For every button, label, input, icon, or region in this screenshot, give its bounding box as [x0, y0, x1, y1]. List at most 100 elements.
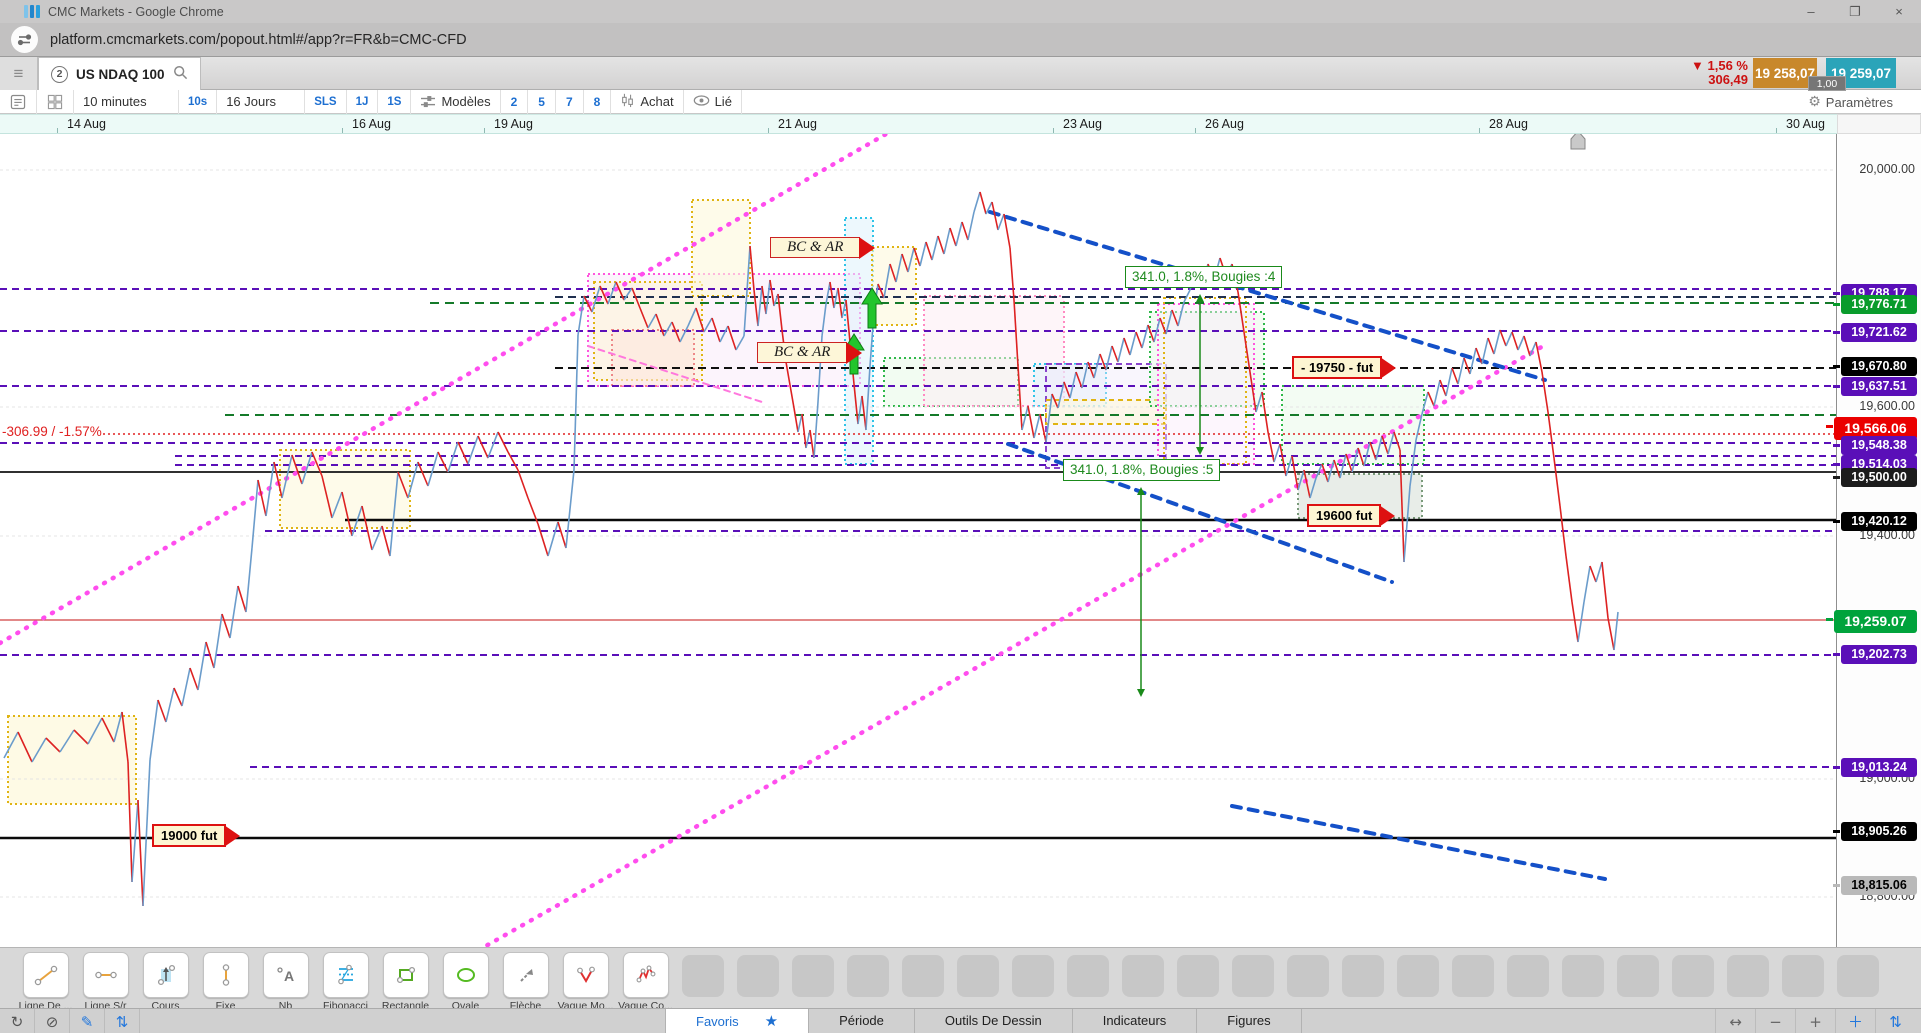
price-axis-tick [1833, 385, 1840, 388]
star-icon[interactable]: ★ [765, 1010, 778, 1033]
tool-fibonacci[interactable]: Fibonacci [322, 952, 369, 1012]
order-panel-button[interactable] [0, 89, 37, 114]
zoom-out-icon[interactable]: − [1755, 1009, 1795, 1033]
minimize-button[interactable]: – [1789, 0, 1833, 23]
site-info-icon[interactable] [11, 26, 38, 53]
tool-ellipse[interactable]: Ovale [442, 952, 489, 1012]
change-absolute: 306,49 [1708, 72, 1748, 87]
layout-grid-button[interactable] [37, 89, 74, 114]
bottom-tab-période[interactable]: Période [809, 1009, 915, 1033]
price-level-badge: 19,548.38 [1833, 436, 1917, 455]
bottom-tab-figures[interactable]: Figures [1197, 1009, 1302, 1033]
date-axis-tick [768, 128, 769, 133]
wave-motive-icon [562, 952, 609, 998]
instrument-name: US NDAQ 100 [76, 66, 165, 82]
annotation-fut-19600[interactable]: 19600 fut [1307, 504, 1396, 527]
tool-wave-motive[interactable]: Vague Mo... [558, 952, 613, 1012]
sort-arrows-icon[interactable]: ⇅ [105, 1009, 140, 1033]
price-level-badge: 18,815.06 [1833, 876, 1917, 895]
model-count-8-button[interactable]: 8 [584, 89, 612, 114]
move-horizontal-icon[interactable]: ↔ [1715, 1009, 1755, 1033]
price-chart[interactable]: BC & AR BC & AR 341.0, 1.8%, Bougies :4 341… [0, 134, 1837, 947]
tool-vertical-line[interactable]: Fixe [202, 952, 249, 1012]
price-level-badge: 19,500.00 [1833, 468, 1917, 487]
tick-interval-button[interactable]: 10s [179, 89, 218, 114]
text-annotation-icon: A [262, 952, 309, 998]
price-axis-tick [1833, 520, 1840, 523]
annotation-bc-ar-top[interactable]: BC & AR [770, 236, 876, 259]
model-count-7-button[interactable]: 7 [556, 89, 584, 114]
tool-arrow[interactable]: Flèche [502, 952, 549, 1012]
empty-tool-slot [1727, 955, 1769, 997]
annotation-bougies-4[interactable]: 341.0, 1.8%, Bougies :4 [1125, 266, 1283, 288]
empty-tool-slot [1452, 955, 1494, 997]
down-triangle-icon: ▼ [1691, 58, 1704, 73]
empty-tool-slot [1507, 955, 1549, 997]
annotation-bc-ar-bottom[interactable]: BC & AR [757, 341, 863, 364]
search-icon[interactable] [173, 65, 188, 83]
bottom-tab-indicateurs[interactable]: Indicateurs [1073, 1009, 1198, 1033]
restore-button[interactable]: ❐ [1833, 0, 1877, 23]
empty-tool-slot [847, 955, 889, 997]
annotation-change-note[interactable]: -306.99 / -1.57% [2, 424, 102, 439]
rectangle-icon [382, 952, 429, 998]
timeframe-button[interactable]: 10 minutes [74, 89, 179, 114]
zoom-in-icon[interactable]: + [1795, 1009, 1835, 1033]
model-count-5-button[interactable]: 5 [528, 89, 556, 114]
model-count-2-button[interactable]: 2 [501, 89, 529, 114]
price-axis-tick [1833, 292, 1840, 295]
chart-style-sls-button[interactable]: SLS [305, 89, 347, 114]
tool-text-annotation[interactable]: A Nb [262, 952, 309, 1012]
annotation-fut-19750[interactable]: - 19750 - fut [1292, 356, 1397, 379]
tool-rectangle[interactable]: Rectangle [382, 952, 429, 1012]
annotation-bougies-5[interactable]: 341.0, 1.8%, Bougies :5 [1063, 459, 1221, 481]
price-axis[interactable]: 20,000.00 19,600.00 19,400.00 19,000.00 18,8… [1826, 134, 1921, 947]
annotation-fut-19000[interactable]: 19000 fut [152, 824, 241, 847]
fit-vertical-icon[interactable]: ⇅ [1875, 1009, 1915, 1033]
price-level-badge: 19,420.12 [1833, 512, 1917, 531]
range-button[interactable]: 16 Jours [217, 89, 306, 114]
address-bar[interactable]: platform.cmcmarkets.com/popout.html#/app… [0, 23, 1921, 57]
draw-pencil-icon[interactable]: ✎ [70, 1009, 105, 1033]
trend-line-icon [22, 952, 69, 998]
bottom-tab-outils-de-dessin[interactable]: Outils De Dessin [915, 1009, 1073, 1033]
chart-canvas[interactable] [0, 134, 1837, 947]
empty-tool-slot [1177, 955, 1219, 997]
wave-corrective-icon [622, 952, 669, 998]
chrome-app-icon [24, 5, 40, 18]
empty-tool-slot [1617, 955, 1659, 997]
bottom-tab-label: Indicateurs [1102, 1013, 1167, 1028]
trade-mode-button[interactable]: Achat [611, 89, 684, 114]
reset-icon[interactable]: ↻ [0, 1009, 35, 1033]
chart-style-1s-button[interactable]: 1S [378, 89, 412, 114]
tool-wave-corrective[interactable]: Vague Co... [618, 952, 673, 1012]
instrument-tab[interactable]: 2 US NDAQ 100 [38, 57, 201, 90]
linked-button[interactable]: Lié [684, 89, 742, 114]
date-axis[interactable]: 14 Aug 16 Aug 19 Aug 21 Aug 23 Aug 26 Aug 28 A… [0, 114, 1837, 134]
menu-button[interactable]: ≡ [0, 57, 38, 90]
price-level-badge: 19,670.80 [1833, 357, 1917, 376]
bottom-tab-favoris[interactable]: Favoris ★ [665, 1009, 810, 1033]
date-axis-label: 19 Aug [494, 117, 533, 131]
price-axis-tick [1833, 463, 1840, 466]
price-level-badge: 18,905.26 [1833, 822, 1917, 841]
models-button[interactable]: Modèles [411, 89, 501, 114]
tool-horizontal-line[interactable]: Ligne S/r [82, 952, 129, 1012]
empty-tool-slot [1067, 955, 1109, 997]
empty-tool-slot [737, 955, 779, 997]
close-button[interactable]: × [1877, 0, 1921, 23]
tool-price-range[interactable]: Cours [142, 952, 189, 1012]
chart-style-1j-button[interactable]: 1J [347, 89, 379, 114]
price-axis-tick [1833, 830, 1840, 833]
empty-tool-slot [1012, 955, 1054, 997]
price-grid-label: 20,000.00 [1859, 162, 1915, 176]
change-percent: 1,56 % [1707, 58, 1748, 73]
date-axis-tick [1776, 128, 1777, 133]
settings-button[interactable]: ⚙ Paramètres [1808, 90, 1893, 114]
price-change-block: ▼ 1,56 % 306,49 [1668, 59, 1748, 87]
tool-trend-line[interactable]: Ligne De ... [19, 952, 72, 1012]
chart-toolbar: 10 minutes 10s 16 Jours SLS 1J 1S Modèle… [0, 89, 1921, 114]
bottom-tab-label: Figures [1227, 1013, 1271, 1028]
disable-icon[interactable]: ⊘ [35, 1009, 70, 1033]
crosshair-icon[interactable]: ＋ [1835, 1009, 1875, 1033]
